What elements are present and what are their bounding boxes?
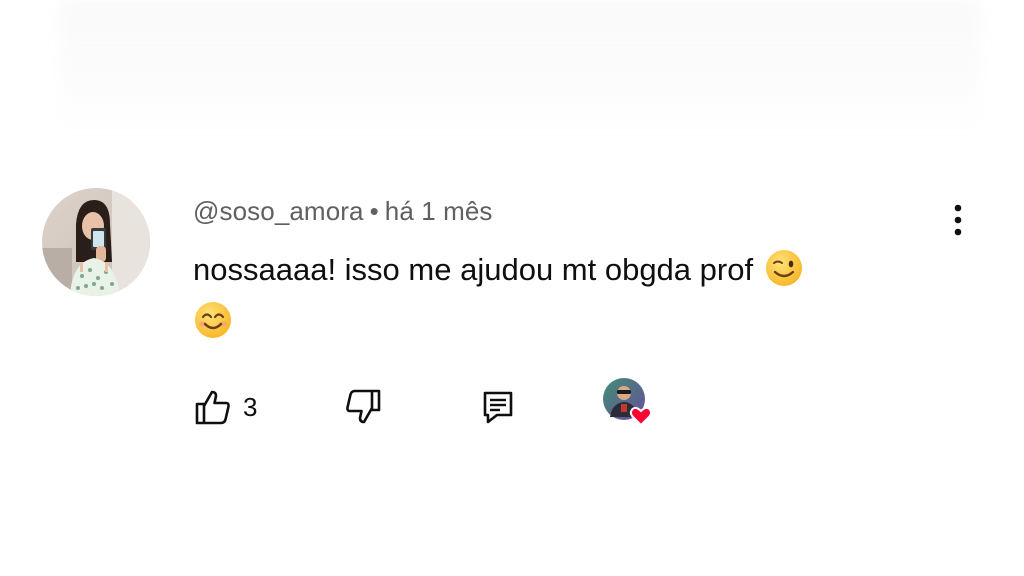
comment-author[interactable]: @soso_amora: [193, 196, 364, 226]
like-count: 3: [243, 391, 258, 422]
smiling-face-icon: [195, 302, 231, 338]
avatar[interactable]: [42, 188, 150, 296]
meta-separator: •: [369, 196, 379, 226]
comment-actions: 3: [0, 378, 1024, 430]
creator-avatar-heart-icon: [603, 378, 653, 427]
reply-button[interactable]: [480, 384, 516, 430]
creator-heart-badge: [600, 378, 660, 427]
comment-meta: @soso_amora • há 1 mês: [193, 196, 493, 227]
reply-comment-icon: [483, 391, 513, 424]
vertical-ellipsis-icon: [954, 204, 962, 236]
comment-screen: @soso_amora • há 1 mês nossaaaa! isso me a…: [0, 0, 1024, 576]
comment-timestamp[interactable]: há 1 mês: [385, 196, 493, 226]
comment-menu-button[interactable]: [944, 200, 972, 240]
comment-text: nossaaaa! isso me ajudou mt obgda prof: [193, 252, 754, 287]
winking-face-icon: [765, 250, 802, 286]
comment-body: nossaaaa! isso me ajudou mt obgda prof: [193, 244, 953, 348]
dislike-button[interactable]: [343, 384, 383, 430]
avatar-photo: [42, 188, 150, 296]
like-button[interactable]: 3: [193, 384, 257, 430]
thumbs-up-icon: [195, 390, 230, 425]
blurred-header-area: [60, 0, 980, 140]
thumbs-down-icon: [346, 389, 381, 424]
